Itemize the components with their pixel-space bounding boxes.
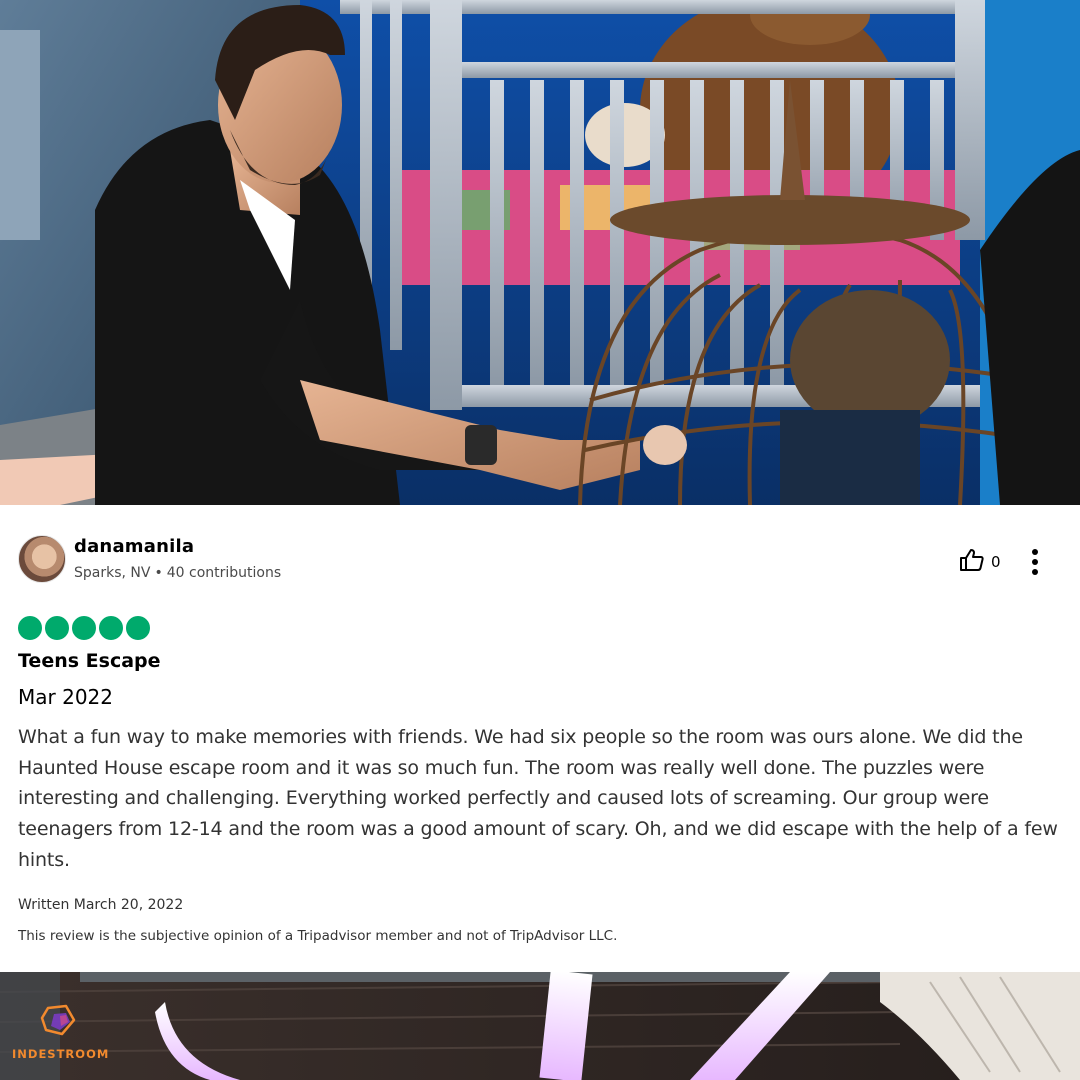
user-location: Sparks, NV	[74, 565, 151, 581]
more-options-button[interactable]	[1024, 548, 1046, 576]
rating-bubble	[45, 616, 69, 640]
brand-logo-icon	[40, 1004, 78, 1038]
written-date: Written March 20, 2022	[18, 897, 184, 913]
rating-bubble	[72, 616, 96, 640]
review-body: What a fun way to make memories with fri…	[18, 726, 1058, 871]
user-avatar[interactable]	[18, 535, 66, 583]
bottom-photo	[0, 972, 1080, 1080]
rating-bubble	[99, 616, 123, 640]
user-meta: Sparks, NV • 40 contributions	[74, 565, 281, 581]
vertical-dots-icon	[1032, 549, 1038, 575]
helpful-vote-button[interactable]: 0	[959, 548, 1001, 576]
bottom-photo-scene	[0, 972, 1080, 1080]
user-contributions[interactable]: 40 contributions	[167, 565, 281, 581]
meta-separator: •	[154, 565, 163, 581]
rating-bubble	[18, 616, 42, 640]
thumbs-up-icon	[959, 548, 985, 576]
escape-room-photo-scene	[0, 0, 1080, 505]
rating-bubble	[126, 616, 150, 640]
escape-room-photo	[0, 0, 1080, 505]
review-disclaimer: This review is the subjective opinion of…	[18, 928, 618, 944]
review-title[interactable]: Teens Escape	[18, 650, 161, 672]
helpful-count: 0	[991, 553, 1001, 571]
visit-date: Mar 2022	[18, 685, 113, 709]
bubble-rating	[18, 616, 150, 640]
username[interactable]: danamanila	[74, 536, 194, 557]
brand-name: INDESTROOM	[12, 1047, 110, 1061]
